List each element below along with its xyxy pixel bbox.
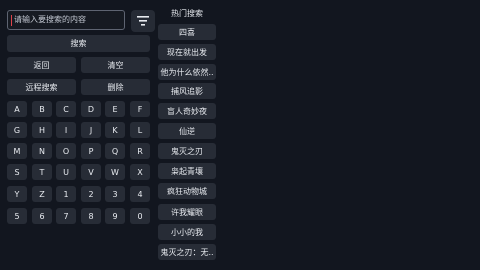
hot-item[interactable]: 鬼灭之刃: [158, 143, 216, 159]
key-x[interactable]: X: [130, 164, 150, 180]
remote-search-button[interactable]: 远程搜索: [7, 79, 76, 95]
key-y[interactable]: Y: [7, 186, 27, 202]
key-6[interactable]: 6: [32, 208, 52, 224]
key-t[interactable]: T: [32, 164, 52, 180]
delete-button[interactable]: 删除: [81, 79, 150, 95]
key-8[interactable]: 8: [81, 208, 101, 224]
hot-item[interactable]: 枭起青壤: [158, 163, 216, 179]
key-0[interactable]: 0: [130, 208, 150, 224]
key-2[interactable]: 2: [81, 186, 101, 202]
key-7[interactable]: 7: [56, 208, 76, 224]
search-input[interactable]: 请输入要搜索的内容: [7, 10, 125, 30]
clear-button[interactable]: 清空: [81, 57, 150, 73]
key-5[interactable]: 5: [7, 208, 27, 224]
key-s[interactable]: S: [7, 164, 27, 180]
search-row: 请输入要搜索的内容: [7, 10, 155, 32]
key-e[interactable]: E: [105, 101, 125, 117]
key-1[interactable]: 1: [56, 186, 76, 202]
back-button[interactable]: 返回: [7, 57, 76, 73]
key-h[interactable]: H: [32, 122, 52, 138]
hot-search-title: 热门搜索: [171, 9, 203, 18]
hot-item[interactable]: 盲人奇妙夜: [158, 103, 216, 119]
key-3[interactable]: 3: [105, 186, 125, 202]
key-l[interactable]: L: [130, 122, 150, 138]
search-button[interactable]: 搜索: [7, 35, 150, 52]
key-k[interactable]: K: [105, 122, 125, 138]
filter-icon: [137, 16, 149, 26]
hot-item[interactable]: 仙逆: [158, 123, 216, 139]
search-screen: 请输入要搜索的内容 搜索 返回 清空 远程搜索 删除 A B C D E F G…: [0, 0, 480, 270]
key-q[interactable]: Q: [105, 143, 125, 159]
key-r[interactable]: R: [130, 143, 150, 159]
key-j[interactable]: J: [81, 122, 101, 138]
key-n[interactable]: N: [32, 143, 52, 159]
hot-item[interactable]: 捕风追影: [158, 83, 216, 99]
hot-item[interactable]: 四喜: [158, 24, 216, 40]
key-p[interactable]: P: [81, 143, 101, 159]
key-4[interactable]: 4: [130, 186, 150, 202]
search-placeholder: 请输入要搜索的内容: [14, 15, 86, 24]
hot-item[interactable]: 现在就出发: [158, 44, 216, 60]
key-i[interactable]: I: [56, 122, 76, 138]
key-c[interactable]: C: [56, 101, 76, 117]
key-g[interactable]: G: [7, 122, 27, 138]
key-d[interactable]: D: [81, 101, 101, 117]
key-f[interactable]: F: [130, 101, 150, 117]
hot-item[interactable]: 他为什么依然..: [158, 64, 216, 80]
key-u[interactable]: U: [56, 164, 76, 180]
key-z[interactable]: Z: [32, 186, 52, 202]
hot-item[interactable]: 鬼灭之刃：无..: [158, 244, 216, 260]
key-9[interactable]: 9: [105, 208, 125, 224]
key-m[interactable]: M: [7, 143, 27, 159]
filter-button[interactable]: [131, 10, 155, 32]
key-a[interactable]: A: [7, 101, 27, 117]
hot-item[interactable]: 小小的我: [158, 224, 216, 240]
key-v[interactable]: V: [81, 164, 101, 180]
hot-item[interactable]: 许我耀眼: [158, 204, 216, 220]
hot-item[interactable]: 疯狂动物城: [158, 183, 216, 199]
key-o[interactable]: O: [56, 143, 76, 159]
key-w[interactable]: W: [105, 164, 125, 180]
key-b[interactable]: B: [32, 101, 52, 117]
